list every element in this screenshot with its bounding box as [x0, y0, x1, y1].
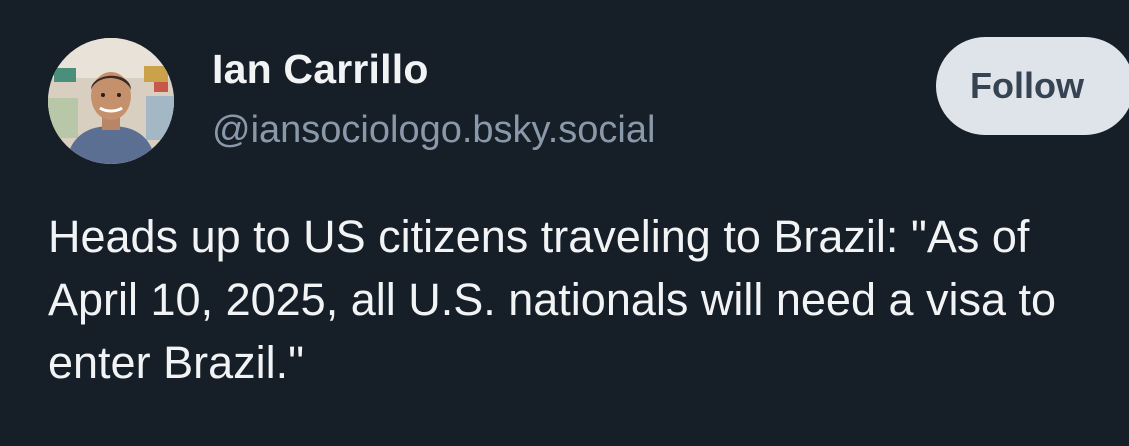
- author-display-name[interactable]: Ian Carrillo: [212, 46, 429, 93]
- avatar[interactable]: [48, 38, 174, 164]
- post-text: Heads up to US citizens traveling to Bra…: [48, 211, 1057, 388]
- follow-button[interactable]: Follow: [936, 37, 1129, 135]
- author-handle[interactable]: @iansociologo.bsky.social: [212, 109, 655, 152]
- post-card: Ian Carrillo @iansociologo.bsky.social F…: [0, 0, 1129, 446]
- user-photo-avatar-icon: [48, 38, 174, 164]
